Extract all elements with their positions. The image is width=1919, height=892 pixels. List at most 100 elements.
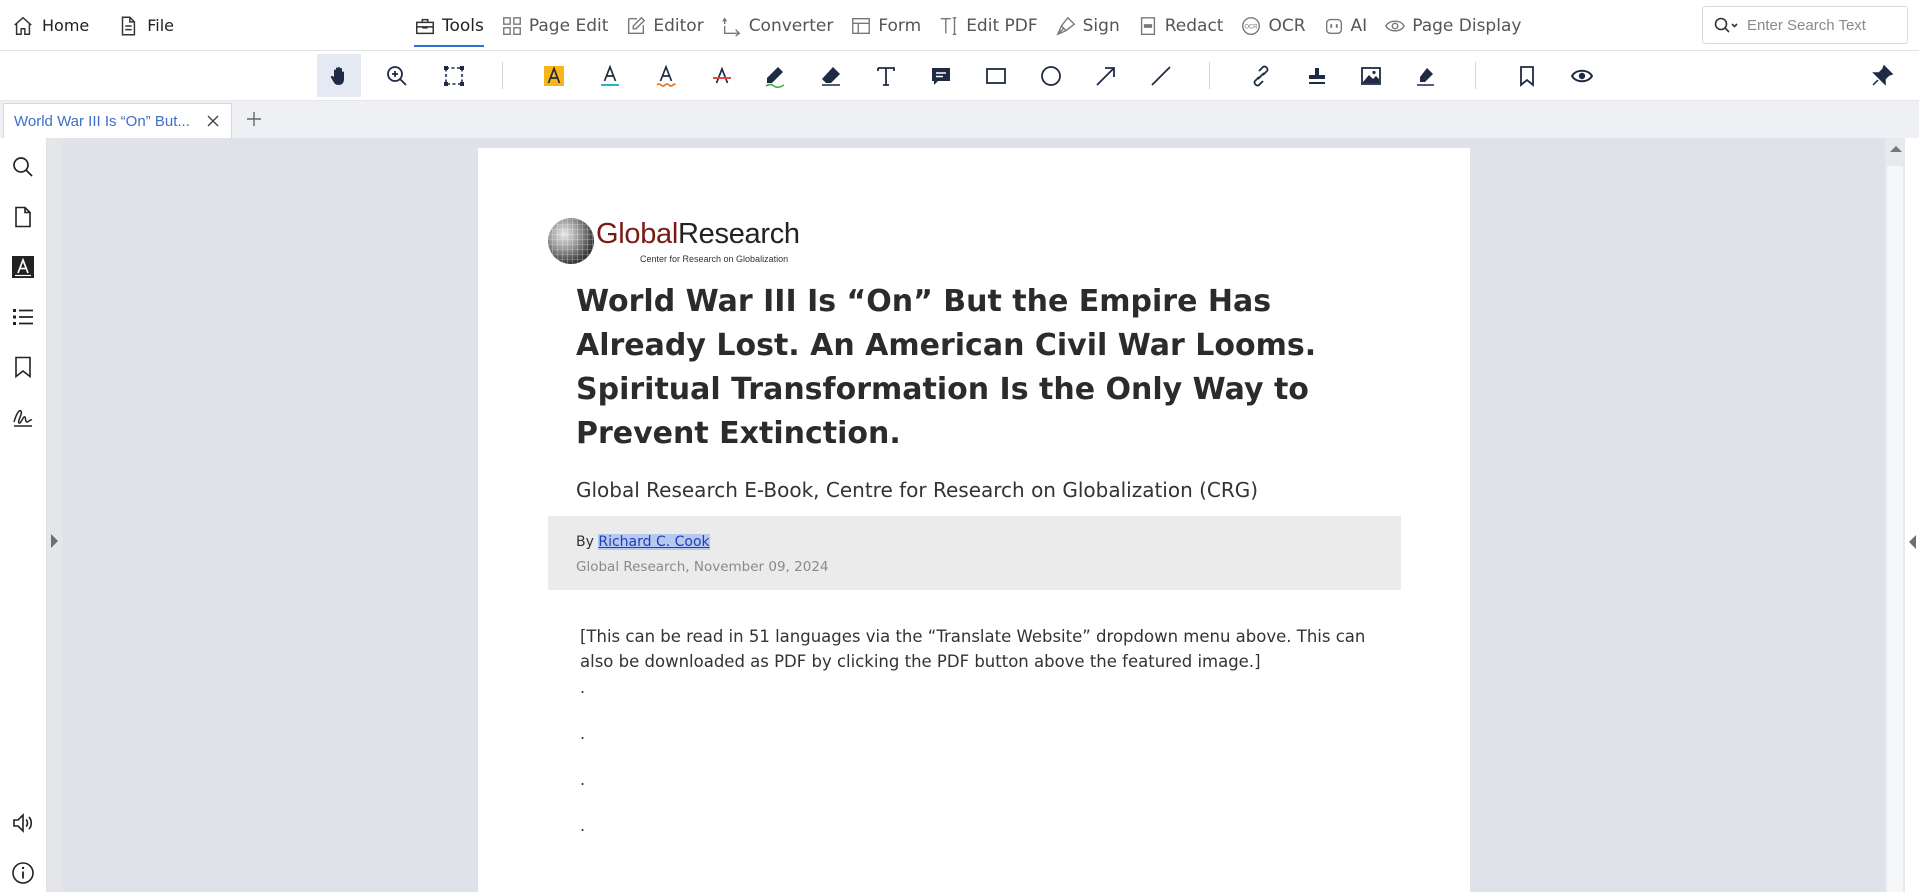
redact-menu[interactable]: Redact xyxy=(1137,0,1224,51)
file-menu[interactable]: File xyxy=(117,0,174,51)
sidebar-thumbnails-button[interactable] xyxy=(10,204,36,230)
outline-list-icon xyxy=(13,309,33,325)
menu-center-group: Tools Page Edit Editor Converter Form Ed… xyxy=(414,0,1521,51)
edit-pdf-menu[interactable]: Edit PDF xyxy=(938,0,1038,51)
hand-tool-button[interactable] xyxy=(317,54,361,97)
line-button[interactable] xyxy=(1139,54,1183,97)
eraser-button[interactable] xyxy=(809,54,853,97)
close-icon[interactable] xyxy=(205,113,221,129)
converter-menu[interactable]: Converter xyxy=(721,0,834,51)
squiggly-text-button[interactable] xyxy=(644,54,688,97)
tab-title: World War III Is “On” But... xyxy=(14,112,190,130)
logo-tagline: Center for Research on Globalization xyxy=(640,254,789,264)
rectangle-button[interactable] xyxy=(974,54,1018,97)
page-edit-icon xyxy=(502,16,521,35)
by-label: By xyxy=(576,534,594,550)
expand-sidebar-arrow-icon[interactable] xyxy=(51,534,58,548)
ellipse-button[interactable] xyxy=(1029,54,1073,97)
comment-button[interactable] xyxy=(919,54,963,97)
page-thumbnails-icon xyxy=(15,206,31,228)
right-panel-strip xyxy=(1905,138,1919,892)
ellipse-icon xyxy=(1041,65,1061,86)
plus-icon[interactable] xyxy=(244,109,264,129)
search-input[interactable] xyxy=(1747,16,1887,34)
document-tab-bar: World War III Is “On” But... xyxy=(0,100,1919,138)
separator-dot: . xyxy=(580,770,586,789)
ai-menu[interactable]: AI xyxy=(1323,0,1368,51)
sidebar-info-button[interactable] xyxy=(10,860,36,886)
hide-annotations-button[interactable] xyxy=(1560,54,1604,97)
page-display-label: Page Display xyxy=(1412,15,1522,36)
sidebar-text-format-button[interactable] xyxy=(10,254,36,280)
author-link[interactable]: Richard C. Cook xyxy=(598,534,710,550)
sidebar-read-aloud-button[interactable] xyxy=(10,810,36,836)
editor-icon xyxy=(628,16,646,34)
page-edit-menu[interactable]: Page Edit xyxy=(501,0,608,51)
sidebar-search-button[interactable] xyxy=(10,154,36,180)
search-box xyxy=(1702,6,1908,44)
dateline: Global Research, November 09, 2024 xyxy=(576,559,829,575)
separator-dot: . xyxy=(580,724,586,743)
ocr-menu[interactable]: OCR OCR xyxy=(1240,0,1306,51)
signature-button[interactable] xyxy=(1404,54,1448,97)
image-button[interactable] xyxy=(1349,54,1393,97)
arrow-icon xyxy=(1096,66,1115,86)
zoom-in-icon xyxy=(387,65,407,86)
pencil-icon xyxy=(765,66,785,88)
home-menu[interactable]: Home xyxy=(12,0,89,51)
separator-dot: . xyxy=(580,816,586,835)
document-tab[interactable]: World War III Is “On” But... xyxy=(3,103,232,138)
underline-text-icon xyxy=(601,64,619,86)
highlight-text-button[interactable] xyxy=(532,54,576,97)
sidebar-signatures-button[interactable] xyxy=(10,404,36,430)
scroll-up-arrow-icon[interactable] xyxy=(1890,146,1902,152)
squiggly-text-icon xyxy=(656,64,676,87)
strikeout-text-button[interactable] xyxy=(700,54,744,97)
toolbar-separator xyxy=(1475,62,1476,89)
stamp-button[interactable] xyxy=(1295,54,1339,97)
editor-menu[interactable]: Editor xyxy=(625,0,704,51)
redact-label: Redact xyxy=(1164,15,1224,36)
home-label: Home xyxy=(42,16,90,35)
sidebar-outline-button[interactable] xyxy=(10,304,36,330)
highlight-text-icon xyxy=(544,65,564,86)
expand-right-panel-arrow-icon[interactable] xyxy=(1909,535,1916,549)
ai-label: AI xyxy=(1350,15,1368,36)
article-title: World War III Is “On” But the Empire Has… xyxy=(576,284,1317,451)
underline-text-button[interactable] xyxy=(588,54,632,97)
form-label: Form xyxy=(878,15,922,36)
link-icon xyxy=(1253,65,1269,86)
scrollbar-thumb[interactable] xyxy=(1887,166,1903,892)
sidebar-bookmarks-button[interactable] xyxy=(10,354,36,380)
converter-label: Converter xyxy=(748,15,834,36)
arrow-button[interactable] xyxy=(1084,54,1128,97)
form-menu[interactable]: Form xyxy=(850,0,921,51)
search-dropdown-icon[interactable] xyxy=(1713,15,1739,35)
link-button[interactable] xyxy=(1239,54,1283,97)
marquee-select-button[interactable] xyxy=(432,54,476,97)
bookmark-button[interactable] xyxy=(1505,54,1549,97)
article-subtitle: Global Research E-Book, Centre for Resea… xyxy=(576,478,1259,502)
vertical-scrollbar[interactable] xyxy=(1885,138,1905,892)
rectangle-icon xyxy=(986,67,1006,84)
document-viewport[interactable]: GlobalResearch Center for Research on Gl… xyxy=(63,138,1885,892)
info-icon xyxy=(12,862,34,884)
zoom-in-button[interactable] xyxy=(375,54,419,97)
text-box-button[interactable] xyxy=(864,54,908,97)
page-display-menu[interactable]: Page Display xyxy=(1384,0,1521,51)
menu-left-group: Home File xyxy=(12,0,174,51)
bookmark-icon xyxy=(1520,65,1534,87)
file-icon xyxy=(122,16,136,35)
globe-logo-icon xyxy=(548,218,594,264)
sign-menu[interactable]: Sign xyxy=(1055,0,1120,51)
ai-robot-icon xyxy=(1325,18,1342,34)
pencil-button[interactable] xyxy=(753,54,797,97)
text-format-icon xyxy=(12,256,34,278)
ocr-label: OCR xyxy=(1268,15,1306,36)
pin-toolbar-button[interactable] xyxy=(1860,54,1904,97)
tools-label: Tools xyxy=(442,15,484,36)
form-icon xyxy=(852,17,871,34)
strikeout-text-icon xyxy=(713,66,731,83)
separator-dot: . xyxy=(580,678,586,697)
tools-menu[interactable]: Tools xyxy=(414,0,484,51)
